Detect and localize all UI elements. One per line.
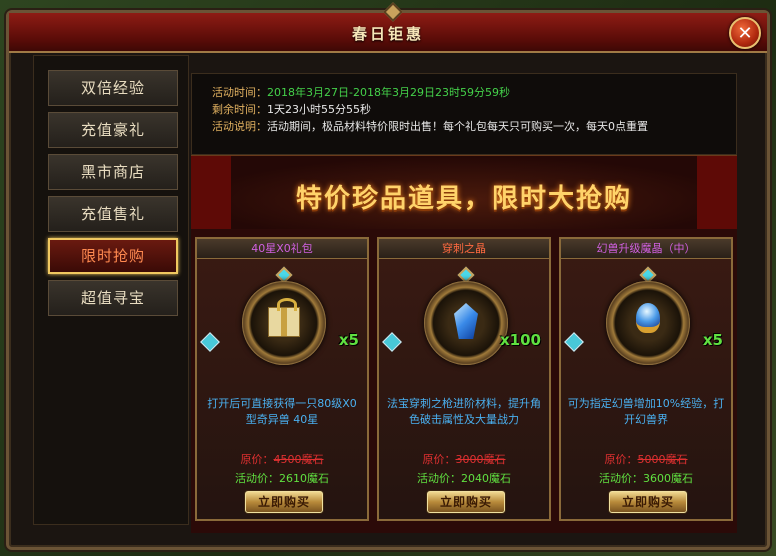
sale-price-label: 活动价： bbox=[599, 472, 643, 485]
original-price-label: 原价： bbox=[422, 453, 456, 466]
gift-icon bbox=[268, 298, 300, 337]
diamond-icon bbox=[382, 332, 402, 352]
product-stage: 40星X0礼包 x5 打开后可直接获得一只80级X0型奇异兽 40星 原价：45… bbox=[191, 229, 737, 533]
sale-price-value: 2610魔石 bbox=[279, 472, 329, 485]
original-price-value: 5000魔石 bbox=[637, 453, 688, 466]
sale-price: 活动价：3600魔石 bbox=[561, 470, 731, 486]
banner-title: 特价珍品道具，限时大抢购 bbox=[295, 184, 632, 214]
sale-price: 活动价：2040魔石 bbox=[379, 470, 549, 486]
remaining-time-row: 剩余时间：1天23小时55分55秒 bbox=[212, 101, 736, 118]
title-bar: 春日钜惠 ✕ bbox=[9, 2, 767, 53]
original-price: 原价：4500魔石 bbox=[197, 451, 367, 467]
sale-price-label: 活动价： bbox=[235, 472, 279, 485]
sale-price-label: 活动价： bbox=[417, 472, 461, 485]
item-quantity: x5 bbox=[338, 331, 359, 349]
diamond-icon bbox=[200, 332, 220, 352]
item-slot[interactable] bbox=[234, 266, 334, 379]
tab-black-market[interactable]: 黑市商店 bbox=[48, 154, 178, 190]
item-quantity: x100 bbox=[500, 331, 541, 349]
original-price-label: 原价： bbox=[240, 453, 274, 466]
sale-price: 活动价：2610魔石 bbox=[197, 470, 367, 486]
item-quantity: x5 bbox=[702, 331, 723, 349]
event-desc-value: 活动期间，极品材料特价限时出售！每个礼包每天只可购买一次，每天0点重置 bbox=[267, 120, 648, 133]
buy-now-button[interactable]: 立即购买 bbox=[427, 491, 505, 513]
original-price-label: 原价： bbox=[604, 453, 638, 466]
diamond-icon bbox=[564, 332, 584, 352]
item-slot[interactable] bbox=[598, 266, 698, 379]
tab-double-exp[interactable]: 双倍经验 bbox=[48, 70, 178, 106]
event-time-label: 活动时间： bbox=[212, 86, 267, 99]
buy-now-button[interactable]: 立即购买 bbox=[245, 491, 323, 513]
product-name: 幻兽升级魔晶（中） bbox=[561, 239, 731, 259]
orb-icon bbox=[636, 303, 660, 333]
event-info: 活动时间：2018年3月27日-2018年3月29日23时59分59秒 剩余时间… bbox=[191, 73, 737, 155]
content-panel: 活动时间：2018年3月27日-2018年3月29日23时59分59秒 剩余时间… bbox=[191, 73, 737, 533]
sale-price-value: 2040魔石 bbox=[461, 472, 511, 485]
product-card: 40星X0礼包 x5 打开后可直接获得一只80级X0型奇异兽 40星 原价：45… bbox=[195, 237, 369, 521]
original-price-value: 3000魔石 bbox=[455, 453, 506, 466]
product-card: 幻兽升级魔晶（中） x5 可为指定幻兽增加10%经验，打开幻兽界 原价：5000… bbox=[559, 237, 733, 521]
sale-banner: 特价珍品道具，限时大抢购 bbox=[191, 155, 737, 229]
event-desc-row: 活动说明：活动期间，极品材料特价限时出售！每个礼包每天只可购买一次，每天0点重置 bbox=[212, 118, 736, 135]
product-description: 可为指定幻兽增加10%经验，打开幻兽界 bbox=[567, 397, 725, 426]
tab-treasure-hunt[interactable]: 超值寻宝 bbox=[48, 280, 178, 316]
event-desc-label: 活动说明： bbox=[212, 120, 267, 133]
tab-recharge-sale[interactable]: 充值售礼 bbox=[48, 196, 178, 232]
buy-now-button[interactable]: 立即购买 bbox=[609, 491, 687, 513]
product-card: 穿刺之晶 x100 法宝穿刺之枪进阶材料，提升角色破击属性及大量战力 原价：30… bbox=[377, 237, 551, 521]
event-time-row: 活动时间：2018年3月27日-2018年3月29日23时59分59秒 bbox=[212, 84, 736, 101]
remaining-time-label: 剩余时间： bbox=[212, 103, 267, 116]
remaining-time-value: 1天23小时55分55秒 bbox=[267, 103, 371, 116]
product-description: 打开后可直接获得一只80级X0型奇异兽 40星 bbox=[207, 397, 357, 426]
sidebar: 双倍经验 充值豪礼 黑市商店 充值售礼 限时抢购 超值寻宝 bbox=[33, 55, 189, 525]
original-price-value: 4500魔石 bbox=[273, 453, 324, 466]
event-time-value: 2018年3月27日-2018年3月29日23时59分59秒 bbox=[267, 86, 510, 99]
product-name: 40星X0礼包 bbox=[197, 239, 367, 259]
product-name: 穿刺之晶 bbox=[379, 239, 549, 259]
sale-price-value: 3600魔石 bbox=[643, 472, 693, 485]
tab-flash-sale[interactable]: 限时抢购 bbox=[48, 238, 178, 274]
original-price: 原价：5000魔石 bbox=[561, 451, 731, 467]
event-window: 春日钜惠 ✕ 双倍经验 充值豪礼 黑市商店 充值售礼 限时抢购 超值寻宝 活动时… bbox=[6, 2, 770, 550]
window-title: 春日钜惠 bbox=[351, 25, 424, 43]
item-slot[interactable] bbox=[416, 266, 516, 379]
product-description: 法宝穿刺之枪进阶材料，提升角色破击属性及大量战力 bbox=[387, 397, 541, 426]
close-button[interactable]: ✕ bbox=[729, 17, 761, 49]
original-price: 原价：3000魔石 bbox=[379, 451, 549, 467]
tab-recharge-gift[interactable]: 充值豪礼 bbox=[48, 112, 178, 148]
